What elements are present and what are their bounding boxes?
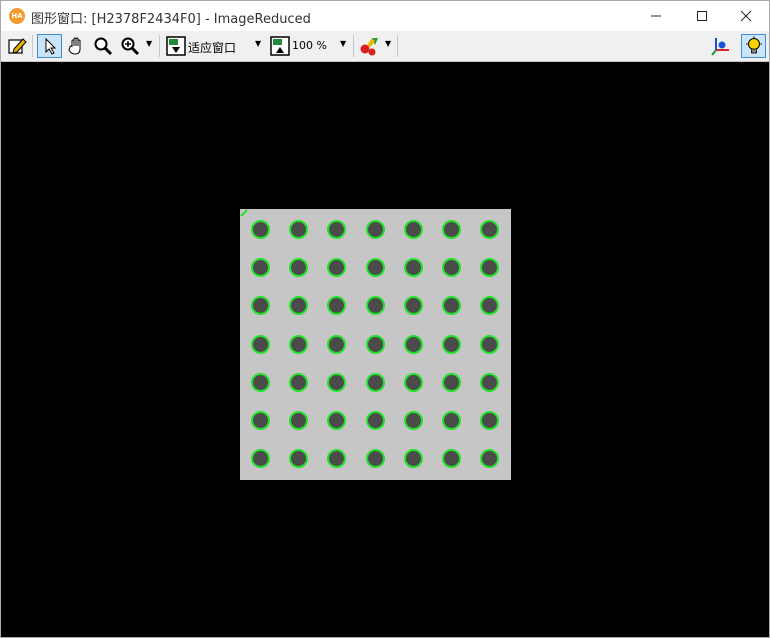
image-canvas[interactable] (1, 62, 769, 637)
calibration-dot (366, 411, 385, 430)
calibration-dot (442, 220, 461, 239)
calibration-dot (327, 258, 346, 277)
app-logo-icon: HA (9, 8, 25, 24)
zoom-percent-dropdown-arrow[interactable]: ▼ (340, 39, 346, 48)
maximize-icon (697, 11, 707, 21)
calibration-dot (327, 449, 346, 468)
calibration-dot (289, 220, 308, 239)
color-button[interactable] (358, 34, 382, 58)
calibration-dot (404, 373, 423, 392)
calibration-dot (289, 449, 308, 468)
toolbar-separator (159, 35, 160, 57)
zoom-percent-label[interactable]: 100 % (292, 39, 327, 52)
zoom-in-icon (121, 37, 140, 56)
fit-window-icon (166, 36, 186, 56)
calibration-dot (327, 411, 346, 430)
title-bar[interactable]: HA 图形窗口: [H2378F2434F0] - ImageReduced (1, 1, 769, 31)
calibration-dot (366, 258, 385, 277)
pan-button[interactable] (65, 34, 89, 58)
calibration-dot (251, 296, 270, 315)
calibration-dot (442, 258, 461, 277)
calibration-dot (442, 411, 461, 430)
window-title: 图形窗口: [H2378F2434F0] - ImageReduced (31, 12, 311, 27)
calibration-board-image (240, 209, 511, 480)
calibration-dot (327, 220, 346, 239)
calibration-dot (480, 449, 499, 468)
maximize-button[interactable] (679, 1, 725, 31)
minimize-icon (651, 15, 661, 17)
calibration-dot (251, 449, 270, 468)
calibration-dot (442, 296, 461, 315)
fit-window-button[interactable] (165, 34, 187, 58)
edit-button[interactable] (5, 34, 29, 58)
color-icon (360, 38, 378, 56)
axes-button[interactable] (709, 34, 733, 58)
calibration-dot (366, 335, 385, 354)
calibration-dot (251, 220, 270, 239)
corner-marker (240, 209, 248, 217)
lightbulb-icon (745, 36, 762, 54)
lightbulb-button[interactable] (741, 34, 766, 58)
zoom-in-dropdown-arrow[interactable]: ▼ (146, 39, 152, 48)
calibration-dot (480, 296, 499, 315)
axes-icon (711, 38, 729, 56)
zoom-in-button[interactable] (118, 34, 142, 58)
calibration-dot (327, 296, 346, 315)
zoom-mode-dropdown-arrow[interactable]: ▼ (255, 39, 261, 48)
calibration-dot (404, 335, 423, 354)
calibration-dot (442, 449, 461, 468)
calibration-dot (327, 373, 346, 392)
calibration-dot (404, 296, 423, 315)
calibration-dot (480, 335, 499, 354)
calibration-dot (289, 258, 308, 277)
toolbar: ▼ 适应窗口 ▼ 100 % ▼ ▼ (1, 31, 769, 62)
calibration-dot (251, 258, 270, 277)
calibration-dot (251, 335, 270, 354)
calibration-dot (442, 373, 461, 392)
calibration-dot (404, 258, 423, 277)
pointer-icon (45, 37, 56, 55)
toolbar-separator (353, 35, 354, 57)
calibration-dot (480, 258, 499, 277)
close-button[interactable] (723, 1, 769, 31)
calibration-dot (289, 296, 308, 315)
toolbar-separator (32, 35, 33, 57)
pointer-button[interactable] (37, 34, 62, 58)
magnify-button[interactable] (91, 34, 115, 58)
zoom-percent-button[interactable] (269, 34, 291, 58)
graphics-window: HA 图形窗口: [H2378F2434F0] - ImageReduced ▼… (0, 0, 770, 638)
calibration-dot (404, 220, 423, 239)
calibration-dot (289, 373, 308, 392)
magnifier-icon (94, 37, 113, 56)
hand-icon (68, 37, 81, 55)
calibration-dot (366, 373, 385, 392)
zoom-mode-label[interactable]: 适应窗口 (188, 39, 236, 56)
edit-icon (8, 38, 27, 54)
calibration-dot (480, 373, 499, 392)
calibration-dot (480, 411, 499, 430)
color-dropdown-arrow[interactable]: ▼ (385, 39, 391, 48)
calibration-dot (251, 411, 270, 430)
calibration-dot (404, 411, 423, 430)
zoom-percent-icon (270, 36, 290, 56)
calibration-dot (251, 373, 270, 392)
calibration-dot (366, 449, 385, 468)
toolbar-separator (397, 35, 398, 57)
close-icon (740, 10, 752, 22)
calibration-dot (327, 335, 346, 354)
calibration-dot (480, 220, 499, 239)
calibration-dot (289, 335, 308, 354)
calibration-dot (442, 335, 461, 354)
calibration-dot (404, 449, 423, 468)
calibration-dot (366, 220, 385, 239)
minimize-button[interactable] (633, 1, 679, 31)
calibration-dot (366, 296, 385, 315)
calibration-dot (289, 411, 308, 430)
